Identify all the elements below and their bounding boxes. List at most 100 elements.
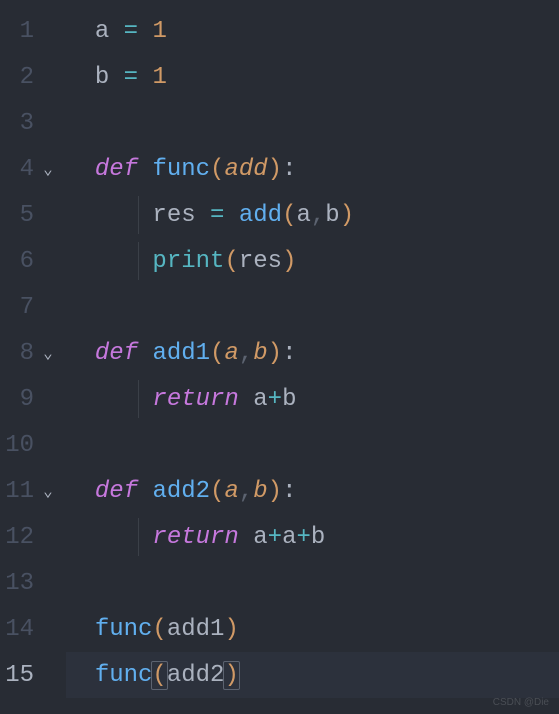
code-token: a xyxy=(239,386,268,413)
gutter-row: 6 xyxy=(0,238,66,284)
line-number[interactable]: 4 xyxy=(0,156,38,183)
code-token: ( xyxy=(210,478,224,505)
code-token: func xyxy=(152,156,210,183)
code-token: ) xyxy=(282,248,296,275)
code-line[interactable]: return a+b xyxy=(66,376,559,422)
line-number[interactable]: 2 xyxy=(0,64,38,91)
code-token: res xyxy=(95,202,210,229)
code-token: = xyxy=(124,64,138,91)
code-token: + xyxy=(268,386,282,413)
line-number[interactable]: 10 xyxy=(0,432,38,459)
code-line[interactable]: def add1(a,b): xyxy=(66,330,559,376)
indent-guide xyxy=(138,242,139,280)
code-token: add2 xyxy=(167,662,225,689)
fold-chevron-icon[interactable]: ⌄ xyxy=(38,343,58,363)
fold-chevron-icon[interactable]: ⌄ xyxy=(38,159,58,179)
code-line[interactable] xyxy=(66,560,559,606)
line-number[interactable]: 9 xyxy=(0,386,38,413)
gutter-row: 12 xyxy=(0,514,66,560)
gutter-row: 11⌄ xyxy=(0,468,66,514)
code-token: a xyxy=(296,202,310,229)
line-number[interactable]: 1 xyxy=(0,18,38,45)
indent-guide xyxy=(138,518,139,556)
code-token: def xyxy=(95,340,138,367)
code-token: b xyxy=(282,386,296,413)
code-line[interactable] xyxy=(66,284,559,330)
code-token: return xyxy=(152,524,238,551)
line-number[interactable]: 7 xyxy=(0,294,38,321)
code-token: ) xyxy=(268,340,282,367)
code-token xyxy=(95,248,153,275)
code-token: , xyxy=(311,202,325,229)
code-token: func xyxy=(95,662,153,689)
code-editor[interactable]: 1234⌄5678⌄91011⌄12131415 a = 1 b = 1 def… xyxy=(0,0,559,714)
code-token xyxy=(95,524,153,551)
gutter-row: 9 xyxy=(0,376,66,422)
code-line[interactable]: return a+a+b xyxy=(66,514,559,560)
line-number[interactable]: 8 xyxy=(0,340,38,367)
code-token: ) xyxy=(223,661,239,690)
code-token: b xyxy=(253,340,267,367)
gutter-row: 3 xyxy=(0,100,66,146)
line-number[interactable]: 12 xyxy=(0,524,38,551)
code-token: b xyxy=(253,478,267,505)
gutter-row: 7 xyxy=(0,284,66,330)
code-token: = xyxy=(210,202,224,229)
code-token: print xyxy=(152,248,224,275)
code-area[interactable]: a = 1 b = 1 def func(add): res = add(a,b… xyxy=(66,0,559,714)
code-token xyxy=(138,478,152,505)
code-token: a xyxy=(95,18,124,45)
gutter-row: 10 xyxy=(0,422,66,468)
code-token: a xyxy=(239,524,268,551)
gutter: 1234⌄5678⌄91011⌄12131415 xyxy=(0,0,66,714)
code-line[interactable]: func(add2) xyxy=(66,652,559,698)
code-token xyxy=(138,64,152,91)
line-number[interactable]: 13 xyxy=(0,570,38,597)
code-token: + xyxy=(296,524,310,551)
code-token: : xyxy=(282,478,296,505)
code-token xyxy=(138,340,152,367)
code-token: + xyxy=(268,524,282,551)
code-token xyxy=(95,386,153,413)
watermark: CSDN @Die xyxy=(493,697,549,708)
code-line[interactable]: res = add(a,b) xyxy=(66,192,559,238)
code-token: func xyxy=(95,616,153,643)
code-token: 1 xyxy=(152,18,166,45)
line-number[interactable]: 14 xyxy=(0,616,38,643)
code-token: 1 xyxy=(152,64,166,91)
code-line[interactable] xyxy=(66,100,559,146)
code-token: ( xyxy=(151,661,167,690)
line-number[interactable]: 5 xyxy=(0,202,38,229)
code-line[interactable]: b = 1 xyxy=(66,54,559,100)
code-token: a xyxy=(224,478,238,505)
code-token: ) xyxy=(268,156,282,183)
code-line[interactable] xyxy=(66,422,559,468)
code-token: res xyxy=(239,248,282,275)
gutter-row: 8⌄ xyxy=(0,330,66,376)
line-number[interactable]: 6 xyxy=(0,248,38,275)
code-line[interactable]: func(add1) xyxy=(66,606,559,652)
code-token: = xyxy=(124,18,138,45)
code-token: ) xyxy=(340,202,354,229)
code-line[interactable]: def func(add): xyxy=(66,146,559,192)
code-token xyxy=(224,202,238,229)
code-token: : xyxy=(282,340,296,367)
gutter-row: 5 xyxy=(0,192,66,238)
code-token: ( xyxy=(152,616,166,643)
line-number[interactable]: 11 xyxy=(0,478,38,505)
code-token: add1 xyxy=(152,340,210,367)
code-token: a xyxy=(282,524,296,551)
code-line[interactable]: a = 1 xyxy=(66,8,559,54)
code-token: : xyxy=(282,156,296,183)
code-token: def xyxy=(95,478,138,505)
fold-chevron-icon[interactable]: ⌄ xyxy=(38,481,58,501)
code-line[interactable]: def add2(a,b): xyxy=(66,468,559,514)
code-token: add2 xyxy=(152,478,210,505)
code-token: a xyxy=(224,340,238,367)
code-token: ( xyxy=(224,248,238,275)
code-line[interactable]: print(res) xyxy=(66,238,559,284)
gutter-row: 2 xyxy=(0,54,66,100)
code-token: b xyxy=(325,202,339,229)
line-number[interactable]: 15 xyxy=(0,662,38,689)
line-number[interactable]: 3 xyxy=(0,110,38,137)
